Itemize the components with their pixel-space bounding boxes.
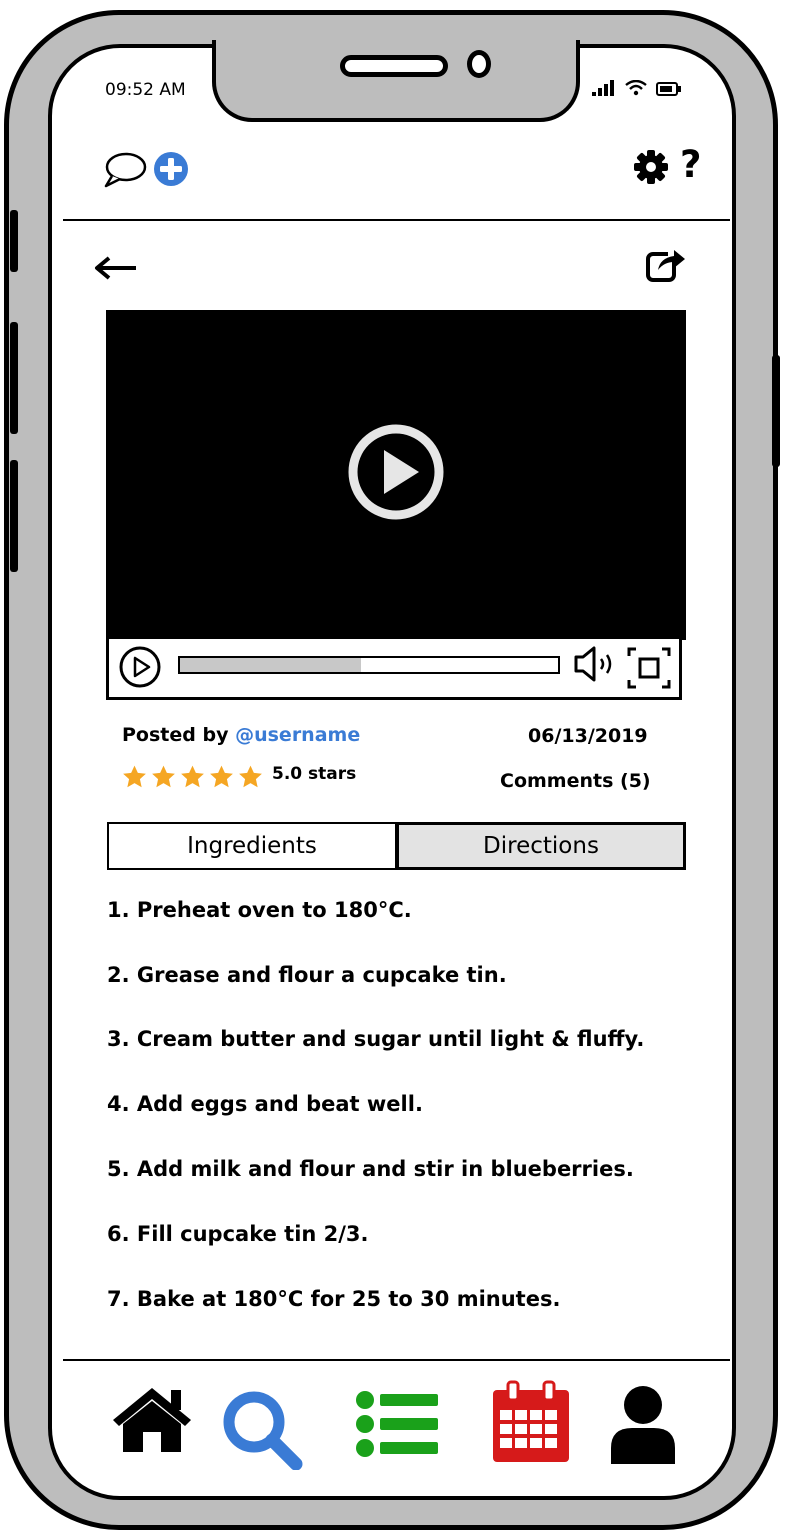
status-icons bbox=[592, 80, 682, 96]
list-item: 5. Add milk and flour and stir in bluebe… bbox=[107, 1157, 634, 1181]
user-icon[interactable] bbox=[608, 1384, 678, 1466]
volume-icon[interactable] bbox=[572, 644, 620, 684]
tab-ingredients-label: Ingredients bbox=[187, 833, 317, 859]
back-arrow-icon[interactable] bbox=[94, 256, 138, 280]
posted-by: Posted by @username bbox=[122, 724, 360, 746]
star-icon bbox=[210, 765, 233, 788]
search-icon[interactable] bbox=[220, 1388, 306, 1470]
list-item: 2. Grease and flour a cupcake tin. bbox=[107, 963, 507, 987]
list-icon[interactable] bbox=[354, 1390, 440, 1458]
speaker bbox=[340, 55, 448, 77]
status-time: 09:52 AM bbox=[105, 80, 186, 100]
side-button bbox=[772, 355, 780, 467]
chat-bubble-icon[interactable] bbox=[100, 150, 148, 190]
help-button[interactable]: ? bbox=[680, 143, 701, 186]
list-item: 4. Add eggs and beat well. bbox=[107, 1092, 423, 1116]
wifi-icon bbox=[625, 80, 647, 96]
header-divider bbox=[63, 219, 730, 221]
rating-text: 5.0 stars bbox=[272, 764, 357, 784]
star-icon bbox=[123, 765, 146, 788]
star-rating bbox=[121, 764, 264, 790]
list-item: 3. Cream butter and sugar until light & … bbox=[107, 1027, 645, 1051]
side-button bbox=[10, 210, 18, 272]
post-date: 06/13/2019 bbox=[528, 725, 648, 747]
list-item: 6. Fill cupcake tin 2/3. bbox=[107, 1222, 369, 1246]
camera bbox=[467, 50, 491, 78]
signal-icon bbox=[592, 80, 614, 96]
side-button bbox=[10, 322, 18, 434]
gear-icon[interactable] bbox=[632, 148, 670, 186]
play-icon[interactable] bbox=[346, 422, 446, 522]
star-icon bbox=[181, 765, 204, 788]
plus-circle-icon[interactable] bbox=[152, 150, 190, 188]
list-item: 7. Bake at 180°C for 25 to 30 minutes. bbox=[107, 1287, 561, 1311]
list-item: 1. Preheat oven to 180°C. bbox=[107, 898, 412, 922]
battery-icon bbox=[656, 82, 681, 96]
calendar-icon[interactable] bbox=[490, 1380, 572, 1466]
star-icon bbox=[239, 765, 262, 788]
star-icon bbox=[152, 765, 175, 788]
bottom-nav-divider bbox=[63, 1359, 730, 1361]
username-link[interactable]: @username bbox=[235, 724, 360, 746]
tab-directions-label: Directions bbox=[483, 833, 599, 859]
video-progress-bar[interactable] bbox=[178, 656, 560, 674]
fullscreen-icon[interactable] bbox=[626, 646, 672, 690]
play-small-icon[interactable] bbox=[118, 645, 162, 689]
comments-link[interactable]: Comments (5) bbox=[500, 770, 651, 792]
tab-ingredients[interactable]: Ingredients bbox=[107, 822, 397, 870]
share-icon[interactable] bbox=[646, 246, 688, 284]
side-button bbox=[10, 460, 18, 572]
notch bbox=[212, 40, 580, 122]
video-progress-fill bbox=[180, 658, 362, 672]
home-icon[interactable] bbox=[109, 1382, 195, 1454]
tab-directions[interactable]: Directions bbox=[395, 822, 686, 870]
posted-by-label: Posted by bbox=[122, 724, 229, 746]
